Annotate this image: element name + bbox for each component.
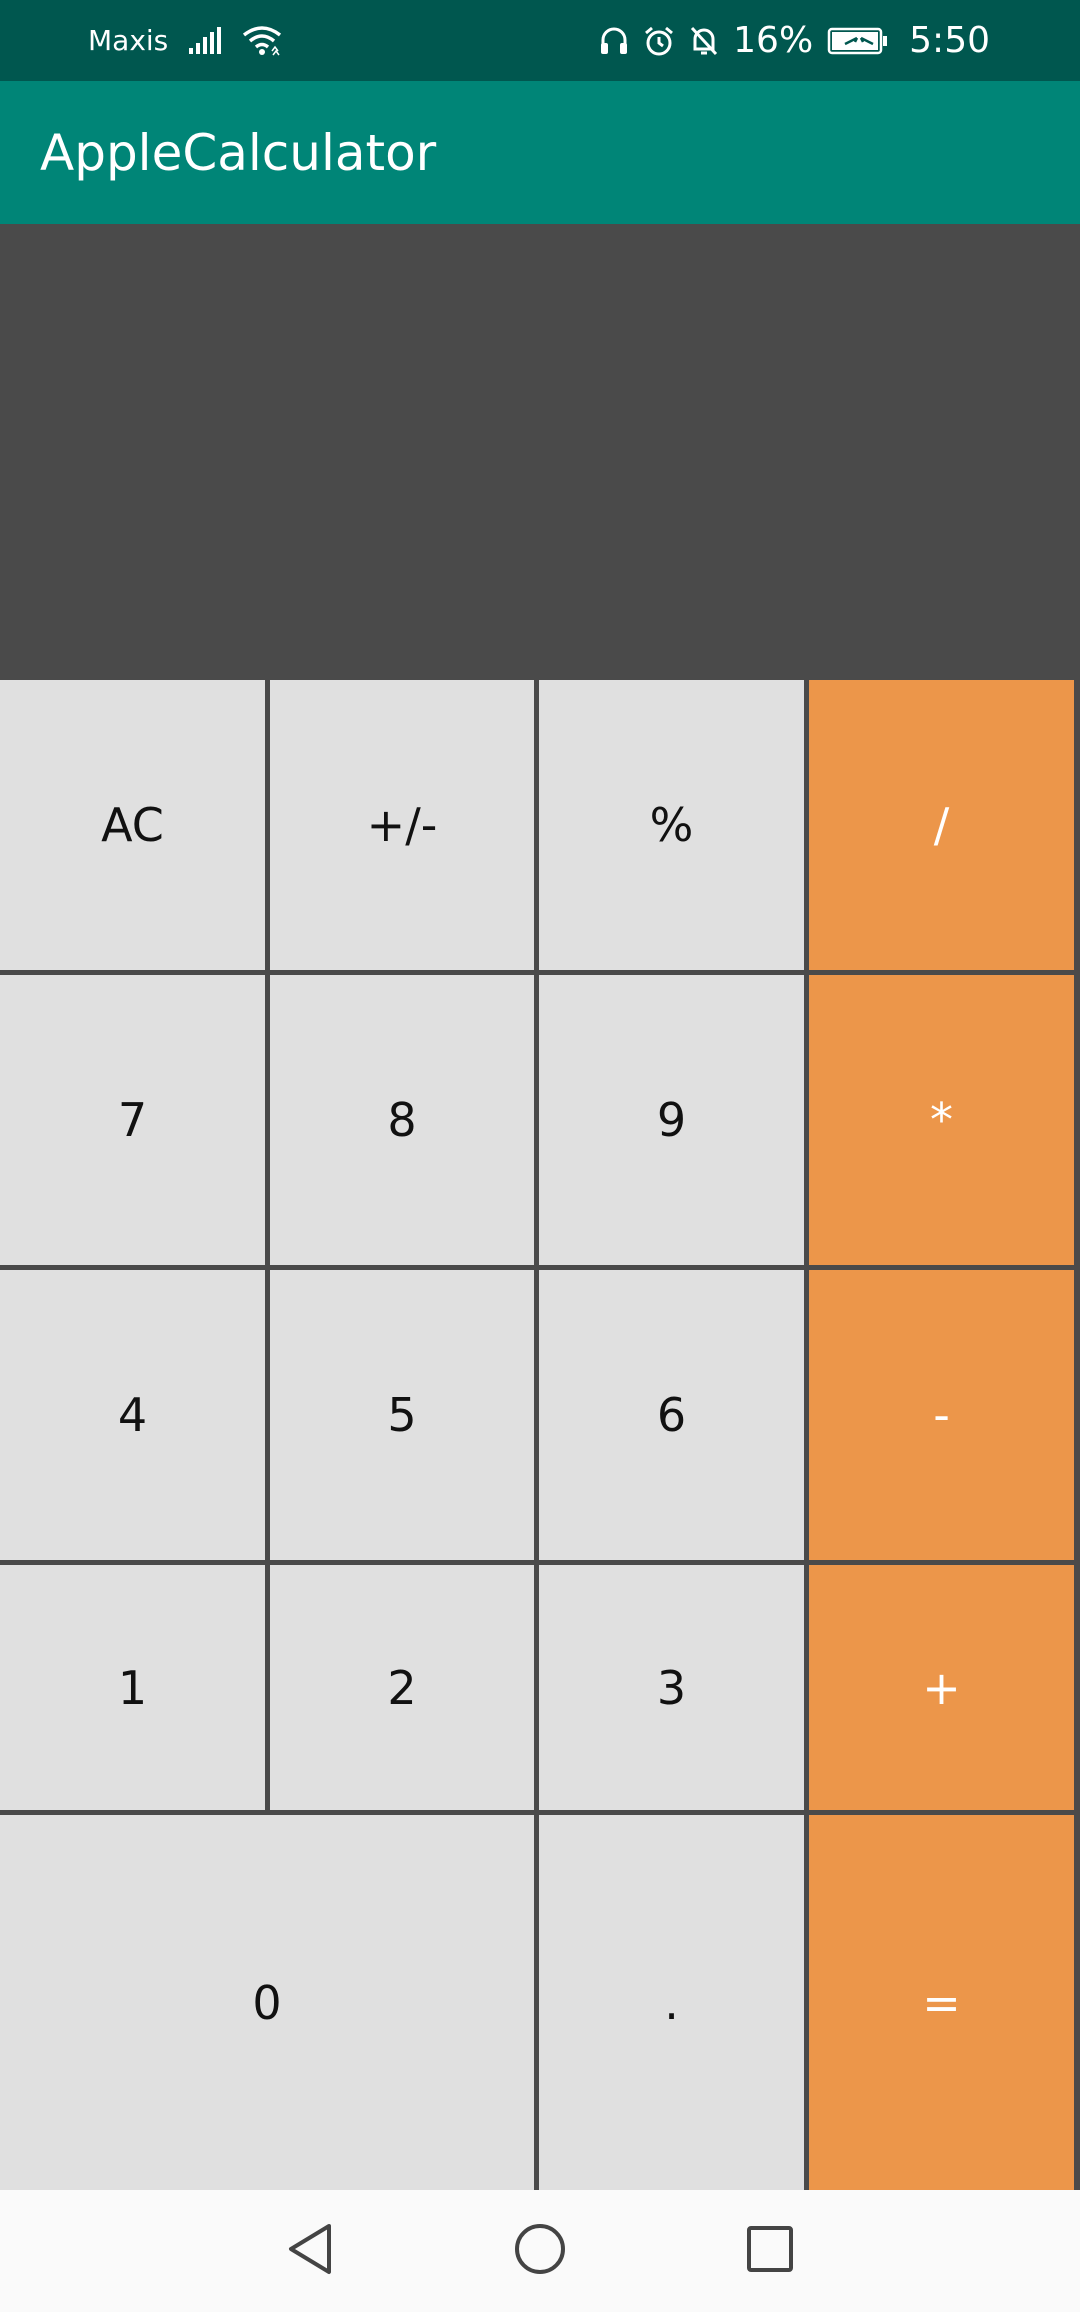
signal-icon (188, 26, 222, 56)
status-bar: Maxis 16% 5:50 (0, 0, 1080, 81)
plus-button[interactable]: + (809, 1565, 1074, 1810)
digit-4-button[interactable]: 4 (0, 1270, 265, 1560)
decimal-button[interactable]: . (539, 1815, 804, 2190)
carrier-label: Maxis (88, 24, 169, 57)
percent-button[interactable]: % (539, 680, 804, 970)
digit-2-button[interactable]: 2 (270, 1565, 534, 1810)
headset-icon (599, 25, 629, 57)
recents-icon (745, 2224, 795, 2278)
recents-button[interactable] (700, 2190, 840, 2312)
digit-0-button[interactable]: 0 (0, 1815, 534, 2190)
battery-percent: 16% (733, 20, 814, 61)
back-icon (285, 2222, 335, 2280)
equals-button[interactable]: = (809, 1815, 1074, 2190)
digit-5-button[interactable]: 5 (270, 1270, 534, 1560)
keypad: AC +/- % / 7 8 9 * 4 5 6 - 1 2 3 + 0 . = (0, 680, 1080, 2190)
minus-button[interactable]: - (809, 1270, 1074, 1560)
digit-7-button[interactable]: 7 (0, 975, 265, 1265)
digit-9-button[interactable]: 9 (539, 975, 804, 1265)
plus-minus-button[interactable]: +/- (270, 680, 534, 970)
divide-button[interactable]: / (809, 680, 1074, 970)
app-bar: AppleCalculator (0, 81, 1080, 224)
mute-icon (689, 25, 719, 57)
wifi-icon (242, 25, 282, 57)
app-title: AppleCalculator (40, 123, 437, 182)
back-button[interactable] (240, 2190, 380, 2312)
home-icon (513, 2222, 567, 2280)
digit-1-button[interactable]: 1 (0, 1565, 265, 1810)
home-button[interactable] (470, 2190, 610, 2312)
status-right: 16% 5:50 (599, 0, 990, 81)
battery-icon (827, 26, 889, 56)
alarm-icon (643, 25, 675, 57)
multiply-button[interactable]: * (809, 975, 1074, 1265)
digit-8-button[interactable]: 8 (270, 975, 534, 1265)
calculator-display (0, 224, 1080, 680)
navigation-bar (0, 2190, 1080, 2312)
status-clock: 5:50 (909, 20, 990, 61)
digit-6-button[interactable]: 6 (539, 1270, 804, 1560)
ac-button[interactable]: AC (0, 680, 265, 970)
digit-3-button[interactable]: 3 (539, 1565, 804, 1810)
status-left: Maxis (88, 0, 282, 81)
